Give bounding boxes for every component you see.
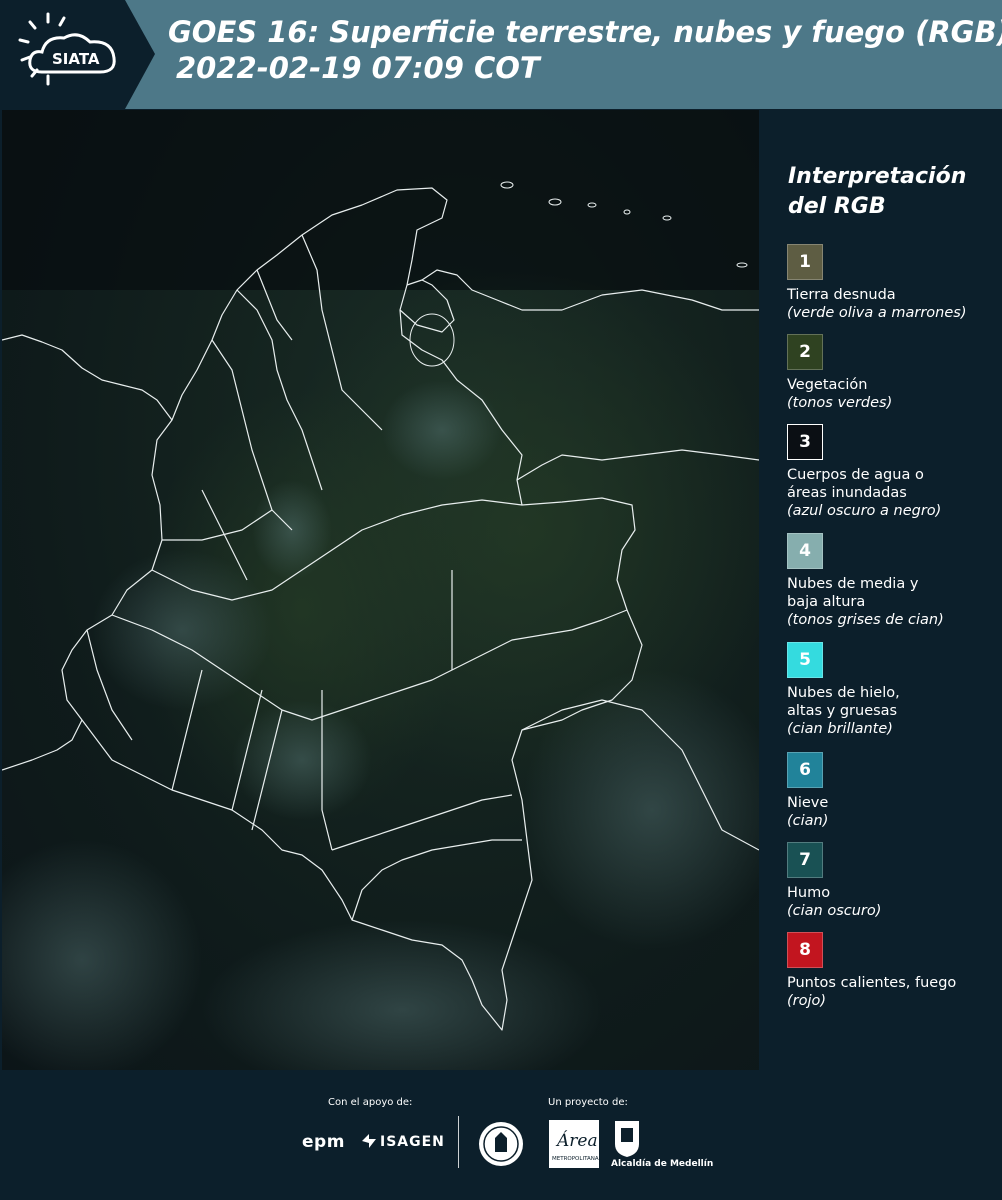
legend-label-6: Nieve [787, 795, 829, 811]
legend-swatch-4: 4 [787, 533, 823, 569]
legend-item-3: 3 Cuerpos de agua o áreas inundadas (azu… [787, 424, 999, 520]
legend-label-1: Tierra desnuda [787, 287, 896, 303]
legend-sub-3: (azul oscuro a negro) [787, 503, 942, 519]
legend-sub-1: (verde oliva a marrones) [787, 305, 967, 321]
alcaldia-shield-icon [612, 1118, 642, 1162]
legend-sub-6: (cian) [787, 813, 829, 829]
legend-swatch-2: 2 [787, 334, 823, 370]
legend-label-2: Vegetación [787, 377, 868, 393]
legend-item-2: 2 Vegetación (tonos verdes) [787, 334, 999, 412]
title-line-1: GOES 16: Superficie terrestre, nubes y f… [168, 15, 1002, 49]
legend-swatch-7: 7 [787, 842, 823, 878]
legend-label-7: Humo [787, 885, 831, 901]
legend-item-7: 7 Humo (cian oscuro) [787, 842, 999, 920]
legend-sub-7: (cian oscuro) [787, 903, 882, 919]
legend-title: Interpretación del RGB [788, 164, 967, 219]
legend-sub-5: (cian brillante) [787, 721, 893, 737]
page-title: GOES 16: Superficie terrestre, nubes y f… [168, 14, 1002, 86]
area-logo-text: Área [555, 1130, 598, 1151]
map-graphic [2, 110, 759, 1070]
footer-divider [458, 1116, 459, 1168]
legend-sub-4: (tonos grises de cian) [787, 612, 944, 628]
title-line-2: 2022-02-19 07:09 COT [176, 51, 540, 85]
legend-item-5: 5 Nubes de hielo, altas y gruesas (cian … [787, 642, 999, 738]
legend-item-4: 4 Nubes de media y baja altura (tonos gr… [787, 533, 999, 629]
legend-sub-8: (rojo) [787, 993, 827, 1009]
header-bar: SIATA GOES 16: Superficie terrestre, nub… [0, 0, 1002, 109]
isagen-mark-icon [360, 1132, 378, 1154]
legend-swatch-6: 6 [787, 752, 823, 788]
isagen-logo: ISAGEN [380, 1134, 445, 1150]
legend-sub-2: (tonos verdes) [787, 395, 893, 411]
footer: Con el apoyo de: Un proyecto de: epm ISA… [0, 1070, 1002, 1200]
legend-panel: Interpretación del RGB 1 Tierra desnuda … [760, 110, 1002, 1070]
satellite-map [2, 110, 759, 1070]
alcaldia-label: Alcaldía de Medellín [611, 1159, 714, 1169]
legend-swatch-3: 3 [787, 424, 823, 460]
area-logo-sub: METROPOLITANA [552, 1156, 599, 1162]
siata-logo-text: SIATA [52, 50, 100, 68]
legend-label-8: Puntos calientes, fuego [787, 975, 957, 991]
legend-swatch-5: 5 [787, 642, 823, 678]
legend-item-6: 6 Nieve (cian) [787, 752, 999, 830]
legend-swatch-8: 8 [787, 932, 823, 968]
legend-item-1: 1 Tierra desnuda (verde oliva a marrones… [787, 244, 999, 322]
area-metropolitana-logo: Área METROPOLITANA [549, 1120, 599, 1172]
medellin-seal-icon [477, 1120, 525, 1172]
legend-swatch-1: 1 [787, 244, 823, 280]
support-label: Con el apoyo de: [328, 1097, 413, 1108]
project-label: Un proyecto de: [548, 1097, 628, 1108]
siata-logo: SIATA [0, 0, 155, 109]
legend-label-3: Cuerpos de agua o áreas inundadas [787, 467, 924, 501]
legend-label-5: Nubes de hielo, altas y gruesas [787, 685, 900, 719]
legend-item-8: 8 Puntos calientes, fuego (rojo) [787, 932, 999, 1010]
legend-label-4: Nubes de media y baja altura [787, 576, 919, 610]
epm-logo: epm [302, 1132, 345, 1152]
